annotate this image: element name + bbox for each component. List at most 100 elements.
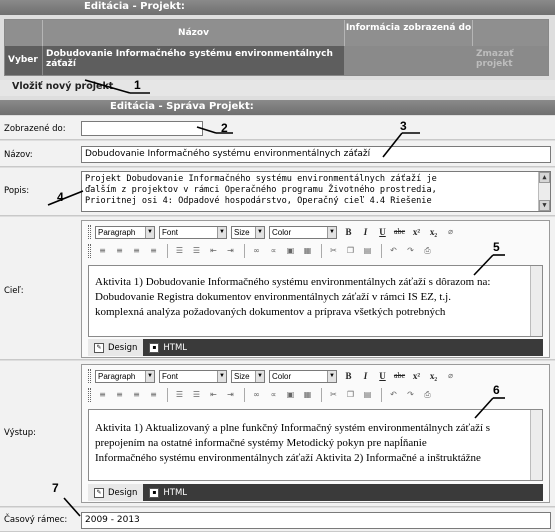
goal-editor: Paragraph ▼ Font ▼ Size ▼ Color ▼ B I U abc … xyxy=(81,220,550,358)
underline-button[interactable]: U xyxy=(375,369,390,383)
italic-button[interactable]: I xyxy=(358,225,373,239)
justify-icon[interactable]: ≡ xyxy=(146,388,161,402)
description-label: Popis: xyxy=(4,186,30,196)
numbered-list-icon[interactable]: ☰ xyxy=(189,388,204,402)
project-info-cell xyxy=(345,46,473,75)
outdent-icon[interactable]: ⇤ xyxy=(206,388,221,402)
goal-scrollbar[interactable] xyxy=(530,266,542,336)
description-scrollbar[interactable]: ▲ ▼ xyxy=(538,172,550,211)
column-header-delete xyxy=(473,20,548,46)
shown-to-label: Zobrazené do: xyxy=(4,124,66,134)
superscript-button[interactable]: x² xyxy=(409,369,424,383)
callout-7: 7 xyxy=(52,481,59,495)
print-icon[interactable]: ⎙ xyxy=(420,388,435,402)
align-center-icon[interactable]: ≡ xyxy=(112,388,127,402)
column-header-name[interactable]: Názov xyxy=(43,20,345,46)
redo-icon[interactable]: ↷ xyxy=(403,244,418,258)
scroll-up-icon[interactable]: ▲ xyxy=(539,172,550,183)
unlink-icon[interactable]: ∝ xyxy=(266,244,281,258)
chevron-down-icon: ▼ xyxy=(145,370,154,382)
color-select[interactable]: Color ▼ xyxy=(269,225,337,239)
strikethrough-button[interactable]: abc xyxy=(392,225,407,239)
goal-toolbar-row-1: Paragraph ▼ Font ▼ Size ▼ Color ▼ B I U abc … xyxy=(88,224,460,240)
unlink-icon[interactable]: ∝ xyxy=(266,388,281,402)
copy-icon[interactable]: ❐ xyxy=(343,388,358,402)
name-label: Názov: xyxy=(4,150,33,160)
align-right-icon[interactable]: ≡ xyxy=(129,388,144,402)
output-content[interactable]: Aktivita 1) Aktualizovaný a plne funkčný… xyxy=(88,409,543,481)
table-icon[interactable]: ▦ xyxy=(300,388,315,402)
font-select[interactable]: Font ▼ xyxy=(159,369,227,383)
output-scrollbar[interactable] xyxy=(530,410,542,480)
align-left-icon[interactable]: ≡ xyxy=(95,244,110,258)
goal-line: Aktivita 1) Dobudovanie Informačného sys… xyxy=(95,276,491,288)
align-left-icon[interactable]: ≡ xyxy=(95,388,110,402)
bold-button[interactable]: B xyxy=(341,369,356,383)
strikethrough-button[interactable]: abc xyxy=(392,369,407,383)
align-right-icon[interactable]: ≡ xyxy=(129,244,144,258)
eraser-icon[interactable]: ⌀ xyxy=(443,369,458,383)
paste-icon[interactable]: ▤ xyxy=(360,244,375,258)
copy-icon[interactable]: ❐ xyxy=(343,244,358,258)
link-icon[interactable]: ∞ xyxy=(249,388,264,402)
description-line: Projekt Dobudovanie Informačného systému… xyxy=(85,174,437,184)
design-tab[interactable]: ✎ Design xyxy=(88,484,144,501)
description-textarea[interactable]: Projekt Dobudovanie Informačného systému… xyxy=(81,171,551,212)
delete-project-link[interactable]: Zmazať projekt xyxy=(473,46,548,75)
chevron-down-icon: ▼ xyxy=(217,226,226,238)
name-field[interactable]: Dobudovanie Informačného systému environ… xyxy=(81,146,551,163)
numbered-list-icon[interactable]: ☰ xyxy=(189,244,204,258)
paste-icon[interactable]: ▤ xyxy=(360,388,375,402)
cut-icon[interactable]: ✂ xyxy=(326,244,341,258)
table-icon[interactable]: ▦ xyxy=(300,244,315,258)
select-link[interactable]: Vyber xyxy=(5,46,43,75)
bold-button[interactable]: B xyxy=(341,225,356,239)
column-header-info[interactable]: Informácia zobrazená do xyxy=(345,20,473,46)
goal-label: Cieľ: xyxy=(4,286,24,296)
cut-icon[interactable]: ✂ xyxy=(326,388,341,402)
new-project-link[interactable]: Vložiť nový projekt xyxy=(12,81,113,92)
underline-button[interactable]: U xyxy=(375,225,390,239)
color-select[interactable]: Color ▼ xyxy=(269,369,337,383)
paragraph-select[interactable]: Paragraph ▼ xyxy=(95,225,155,239)
bullet-list-icon[interactable]: ☰ xyxy=(172,388,187,402)
indent-icon[interactable]: ⇥ xyxy=(223,388,238,402)
undo-icon[interactable]: ↶ xyxy=(386,244,401,258)
goal-line: komplexná analýza požadovaných dokumento… xyxy=(95,306,446,318)
html-tab[interactable]: ▪ HTML xyxy=(143,339,193,356)
image-icon[interactable]: ▣ xyxy=(283,388,298,402)
project-section-header: Editácia - Projekt: xyxy=(0,0,555,15)
goal-content[interactable]: Aktivita 1) Dobudovanie Informačného sys… xyxy=(88,265,543,337)
italic-button[interactable]: I xyxy=(358,369,373,383)
project-grid: Názov Informácia zobrazená do Vyber Dobu… xyxy=(4,19,549,76)
html-tab[interactable]: ▪ HTML xyxy=(143,484,193,501)
align-center-icon[interactable]: ≡ xyxy=(112,244,127,258)
undo-icon[interactable]: ↶ xyxy=(386,388,401,402)
font-select[interactable]: Font ▼ xyxy=(159,225,227,239)
bullet-list-icon[interactable]: ☰ xyxy=(172,244,187,258)
redo-icon[interactable]: ↷ xyxy=(403,388,418,402)
shown-to-field[interactable] xyxy=(81,121,203,136)
justify-icon[interactable]: ≡ xyxy=(146,244,161,258)
subscript-button[interactable]: x₂ xyxy=(426,225,441,239)
eraser-icon[interactable]: ⌀ xyxy=(443,225,458,239)
chevron-down-icon: ▼ xyxy=(217,370,226,382)
print-icon[interactable]: ⎙ xyxy=(420,244,435,258)
goal-line: Dobudovanie Registra dokumentov environm… xyxy=(95,291,451,303)
size-select[interactable]: Size ▼ xyxy=(231,225,265,239)
outdent-icon[interactable]: ⇤ xyxy=(206,244,221,258)
chevron-down-icon: ▼ xyxy=(255,370,264,382)
superscript-button[interactable]: x² xyxy=(409,225,424,239)
subscript-button[interactable]: x₂ xyxy=(426,369,441,383)
indent-icon[interactable]: ⇥ xyxy=(223,244,238,258)
project-grid-header: Názov Informácia zobrazená do xyxy=(5,20,548,46)
size-select[interactable]: Size ▼ xyxy=(231,369,265,383)
scroll-down-icon[interactable]: ▼ xyxy=(539,200,550,211)
image-icon[interactable]: ▣ xyxy=(283,244,298,258)
timeframe-field[interactable]: 2009 - 2013 xyxy=(81,512,551,529)
output-toolbar-row-1: Paragraph ▼ Font ▼ Size ▼ Color ▼ B I U abc … xyxy=(88,368,460,384)
output-editor: Paragraph ▼ Font ▼ Size ▼ Color ▼ B I U abc … xyxy=(81,364,550,503)
design-tab[interactable]: ✎ Design xyxy=(88,339,144,356)
paragraph-select[interactable]: Paragraph ▼ xyxy=(95,369,155,383)
link-icon[interactable]: ∞ xyxy=(249,244,264,258)
